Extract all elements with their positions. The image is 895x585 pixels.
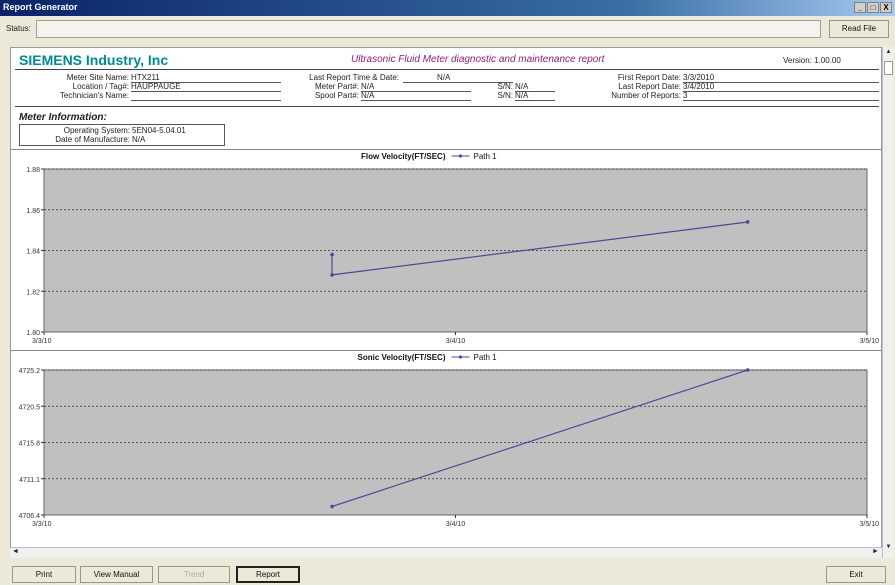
flow-velocity-chart-container: Flow Velocity(FT/SEC) Path 1 1.80 1.82 1.84 1…	[11, 149, 881, 351]
meter-info-box: Operating System: 5EN04-5.04.01 Date of …	[19, 124, 225, 146]
last-report-time-label: Last Report Time & Date:	[309, 73, 399, 82]
chart-title: Flow Velocity(FT/SEC)	[361, 152, 446, 161]
y-tick-label: 4720.5	[19, 404, 41, 411]
print-button[interactable]: Print	[12, 566, 76, 583]
read-file-button[interactable]: Read File	[829, 20, 889, 38]
sonic-velocity-chart-container: Sonic Velocity(FT/SEC) Path 1 4706.4 4711.1…	[11, 350, 881, 550]
spool-part-value: N/A	[361, 91, 471, 101]
report-button[interactable]: Report	[236, 566, 300, 583]
num-reports-label: Number of Reports:	[611, 91, 681, 100]
section-divider	[15, 106, 879, 107]
sonic-velocity-chart: Sonic Velocity(FT/SEC) Path 1 4706.4 4711.1…	[19, 353, 880, 528]
horizontal-scrollbar[interactable]: ◄ ►	[10, 547, 882, 558]
window-title: Report Generator	[3, 2, 78, 12]
meter-info-title: Meter Information:	[19, 112, 107, 123]
version-label: Version: 1.00.00	[783, 56, 841, 65]
technician-label: Technician's Name:	[59, 91, 129, 100]
plot-area	[43, 369, 868, 516]
x-tick-label: 3/3/10	[32, 521, 52, 528]
legend-marker-icon	[458, 355, 463, 359]
y-tick-label: 1.84	[26, 249, 40, 256]
status-label: Status:	[6, 24, 31, 33]
spool-sn-value: N/A	[515, 91, 555, 101]
num-reports-value: 3	[683, 91, 879, 101]
data-point	[330, 504, 334, 509]
y-tick-label: 1.80	[26, 330, 40, 337]
dom-label: Date of Manufacture:	[55, 135, 130, 144]
x-tick-label: 3/5/10	[860, 338, 880, 345]
meter-sn-label: S/N:	[497, 82, 513, 91]
data-point	[330, 252, 334, 257]
company-name: SIEMENS Industry, Inc	[19, 52, 169, 68]
scroll-right-icon[interactable]: ►	[872, 548, 879, 555]
legend-label: Path 1	[474, 353, 498, 362]
data-point	[330, 273, 334, 277]
vertical-scrollbar[interactable]: ▲ ▼	[882, 47, 894, 558]
legend-label: Path 1	[474, 152, 498, 161]
x-tick-label: 3/3/10	[32, 338, 52, 345]
report-panel: SIEMENS Industry, Inc Ultrasonic Fluid M…	[10, 47, 882, 558]
legend-marker-icon	[458, 154, 463, 158]
os-value: 5EN04-5.04.01	[132, 126, 186, 135]
last-report-label: Last Report Date:	[618, 82, 681, 91]
y-tick-label: 1.86	[26, 208, 40, 215]
bottom-button-bar: Print View Manual Trend Report Exit	[0, 563, 895, 585]
x-tick-label: 3/4/10	[446, 338, 466, 345]
first-report-label: First Report Date:	[617, 73, 681, 82]
y-tick-label: 4711.1	[19, 477, 40, 484]
header-divider	[15, 69, 879, 70]
scroll-thumb[interactable]	[884, 61, 893, 75]
site-name-label: Meter Site Name:	[66, 73, 129, 82]
technician-value	[131, 91, 281, 101]
spool-part-label: Spool Part#:	[314, 91, 359, 100]
x-tick-label: 3/5/10	[860, 521, 880, 528]
title-bar: Report Generator _ □ X	[0, 0, 895, 16]
y-tick-label: 4725.2	[19, 368, 41, 375]
data-point	[745, 368, 750, 372]
y-tick-label: 4706.4	[19, 513, 41, 520]
scroll-up-icon[interactable]: ▲	[884, 49, 893, 58]
y-tick-label: 1.88	[26, 167, 40, 174]
os-label: Operating System:	[63, 126, 130, 135]
view-manual-button[interactable]: View Manual	[80, 566, 153, 583]
trend-button[interactable]: Trend	[158, 566, 230, 583]
location-label: Location / Tag#:	[72, 82, 129, 91]
status-bar: Status: Read File	[0, 17, 895, 45]
meter-part-label: Meter Part#:	[314, 82, 359, 91]
data-point	[745, 220, 750, 224]
flow-velocity-chart: Flow Velocity(FT/SEC) Path 1 1.80 1.82 1.84 1…	[26, 152, 880, 345]
minimize-icon[interactable]: _	[854, 2, 866, 13]
x-tick-label: 3/4/10	[446, 521, 466, 528]
status-field	[36, 20, 821, 38]
dom-value: N/A	[132, 135, 146, 144]
chart-title: Sonic Velocity(FT/SEC)	[357, 353, 445, 362]
report-title: Ultrasonic Fluid Meter diagnostic and ma…	[351, 54, 605, 65]
plot-area	[43, 168, 868, 333]
y-tick-label: 4715.8	[19, 441, 41, 448]
maximize-icon[interactable]: □	[867, 2, 879, 13]
scroll-down-icon[interactable]: ▼	[884, 544, 893, 553]
spool-sn-label: S/N:	[497, 91, 513, 100]
exit-button[interactable]: Exit	[826, 566, 886, 583]
y-tick-label: 1.82	[26, 289, 40, 296]
scroll-left-icon[interactable]: ◄	[12, 548, 19, 555]
close-icon[interactable]: X	[880, 2, 892, 13]
